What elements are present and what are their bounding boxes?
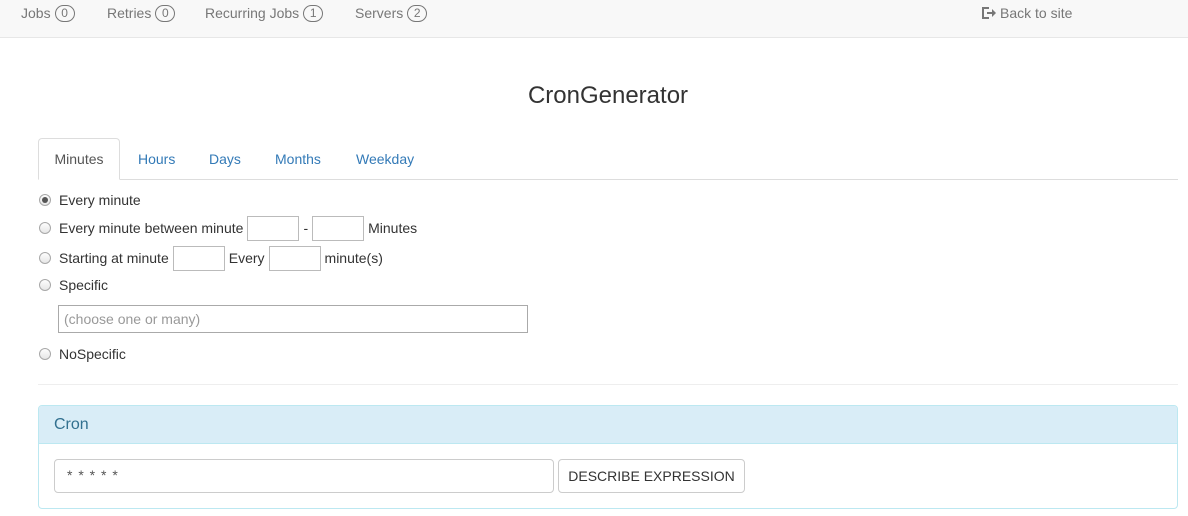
every-minute-label: Every minute [59,192,141,208]
nav-jobs-label: Jobs [21,5,51,21]
retries-count-badge: 0 [155,4,176,22]
specific-label: Specific [59,277,109,293]
tab-minutes[interactable]: Minutes [38,138,120,180]
starting-at-label: Starting at minute [59,250,169,266]
tab-months[interactable]: Months [275,138,321,180]
option-specific: Specific [38,275,108,295]
nospecific-radio[interactable] [39,348,51,360]
tab-bar: Minutes Hours Days Months Weekday [38,138,1178,180]
minute-between-dash: - [303,220,309,236]
sign-out-icon [982,7,996,19]
specific-radio[interactable] [39,279,51,291]
specific-minutes-select[interactable]: (choose one or many) [58,305,528,333]
tab-days[interactable]: Days [209,138,241,180]
tab-weekday[interactable]: Weekday [356,138,414,180]
starting-suffix-label: minute(s) [324,250,383,266]
divider [38,384,1178,385]
minute-between-radio[interactable] [39,222,51,234]
back-to-site-link[interactable]: Back to site [981,4,1072,22]
cron-expression-input[interactable]: * * * * * [54,459,554,493]
every-minute-radio[interactable] [39,194,51,206]
starting-every-label: Every [228,250,265,266]
option-minute-between: Every minute between minute - Minutes [38,215,417,241]
option-nospecific: NoSpecific [38,344,126,364]
nav-servers[interactable]: Servers 2 [355,4,428,22]
nav-recurring-jobs-label: Recurring Jobs [205,5,300,21]
nav-servers-label: Servers [355,5,404,21]
option-every-minute: Every minute [38,190,141,210]
nav-recurring-jobs[interactable]: Recurring Jobs 1 [205,4,324,22]
jobs-count-badge: 0 [54,4,75,22]
top-navbar: Jobs 0 Retries 0 Recurring Jobs 1 Server… [0,0,1188,38]
cron-panel-heading: Cron [39,406,1177,444]
minute-between-from-input[interactable] [247,215,300,241]
page-title: CronGenerator [527,82,689,109]
option-starting-at: Starting at minute Every minute(s) [38,245,383,271]
describe-expression-button[interactable]: DESCRIBE EXPRESSION [558,459,745,493]
starting-at-radio[interactable] [39,252,51,264]
nospecific-label: NoSpecific [59,346,126,362]
minute-between-suffix: Minutes [368,220,418,236]
starting-every-input[interactable] [268,245,321,271]
recurring-jobs-count-badge: 1 [303,4,324,22]
minute-between-to-input[interactable] [312,215,365,241]
nav-retries-label: Retries [107,5,152,21]
nav-jobs[interactable]: Jobs 0 [21,4,75,22]
tab-hours[interactable]: Hours [138,138,175,180]
cron-panel: Cron * * * * * DESCRIBE EXPRESSION [38,405,1178,509]
starting-at-minute-input[interactable] [172,245,225,271]
back-to-site-label: Back to site [1000,5,1073,21]
minute-between-label: Every minute between minute [59,220,244,236]
servers-count-badge: 2 [407,4,428,22]
nav-retries[interactable]: Retries 0 [107,4,176,22]
